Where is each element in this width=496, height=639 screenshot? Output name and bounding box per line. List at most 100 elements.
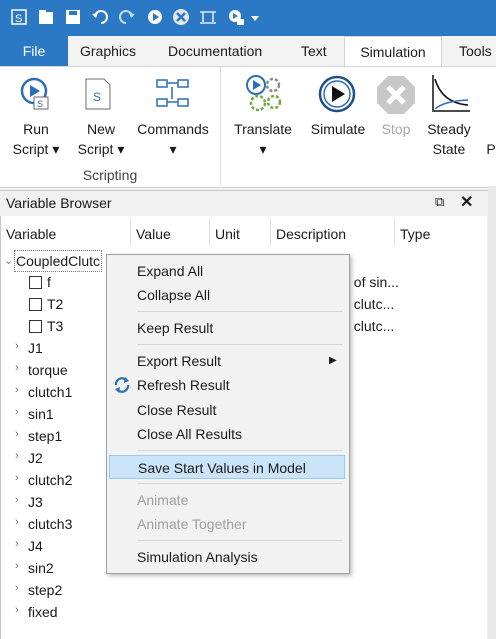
chevron-right-icon[interactable]: › (15, 560, 19, 572)
commands-button[interactable]: Commands ▾ (132, 119, 214, 159)
ribbon-tab-bar: File Graphics Documentation Text Simulat… (0, 36, 496, 66)
simulate-button[interactable]: Simulate (302, 119, 374, 139)
menu-item-animate-together[interactable]: Animate Together (109, 512, 345, 536)
menu-item-export-label: Export Result (137, 353, 222, 369)
chevron-right-icon[interactable]: › (15, 472, 19, 484)
tree-item[interactable]: sin1 (28, 404, 54, 424)
undo-icon[interactable] (91, 8, 109, 26)
redo-icon[interactable] (118, 8, 136, 26)
tab-file[interactable]: File (0, 36, 68, 66)
stop-icon[interactable] (172, 8, 190, 26)
run-script-icon: S (20, 77, 52, 114)
tab-text[interactable]: Text (293, 36, 335, 66)
translate-button[interactable]: Translate ▾ (226, 119, 300, 159)
column-divider (394, 219, 395, 245)
chevron-down-icon: ▾ (259, 141, 267, 157)
commands-icon (156, 79, 190, 112)
undock-icon[interactable]: ⧉ (435, 194, 444, 210)
tree-item[interactable]: J4 (28, 536, 43, 556)
menu-item-close-all-results[interactable]: Close All Results (109, 422, 345, 446)
variable-browser-title: Variable Browser (6, 195, 112, 211)
tab-tools[interactable]: Tools (451, 36, 496, 66)
right-panel-edge (488, 186, 496, 639)
checkbox[interactable] (29, 320, 42, 333)
translate-icon (244, 73, 284, 116)
chevron-right-icon[interactable]: › (15, 406, 19, 418)
close-icon[interactable]: ✕ (460, 192, 473, 212)
menu-item-refresh-result[interactable]: Refresh Result (109, 373, 345, 397)
checkbox[interactable] (29, 298, 42, 311)
steady-state-button[interactable]: Steady State (420, 119, 478, 159)
chevron-right-icon[interactable]: › (15, 340, 19, 352)
tab-simulation[interactable]: Simulation (344, 36, 442, 66)
chevron-right-icon[interactable]: › (15, 494, 19, 506)
column-variable[interactable]: Variable (6, 226, 56, 242)
tree-item[interactable]: clutch2 (28, 470, 72, 490)
chevron-right-icon[interactable]: › (15, 428, 19, 440)
stop-button[interactable]: Stop (372, 119, 420, 139)
scripting-group-label: Scripting (82, 167, 138, 183)
ribbon-panel: S Run Script ▾ S New Script ▾ Commands ▾… (0, 66, 496, 188)
tree-item[interactable]: J3 (28, 492, 43, 512)
stop-large-icon (376, 75, 416, 118)
column-type[interactable]: Type (400, 226, 430, 242)
open-icon[interactable] (38, 8, 56, 26)
context-menu: Expand All Collapse All Keep Result Expo… (106, 254, 350, 574)
chevron-right-icon[interactable]: › (15, 516, 19, 528)
translate-label: Translate (234, 121, 292, 137)
menu-item-collapse-all[interactable]: Collapse All (109, 283, 345, 307)
menu-item-expand-all[interactable]: Expand All (109, 259, 345, 283)
chevron-down-icon: ▾ (169, 141, 177, 157)
run-script-label-1: Run (23, 121, 49, 137)
tree-item[interactable]: J2 (28, 448, 43, 468)
tree-item[interactable]: torque (28, 360, 68, 380)
save-icon[interactable] (64, 8, 82, 26)
menu-item-export-result[interactable]: Export Result ▶ (109, 349, 345, 373)
tree-item[interactable]: step1 (28, 426, 62, 446)
tree-item[interactable]: clutch3 (28, 514, 72, 534)
dropdown-icon[interactable] (249, 8, 261, 26)
tree-root-item[interactable]: CoupledClutc (14, 250, 103, 272)
run-script-button[interactable]: Run Script ▾ (8, 119, 64, 159)
tree-item[interactable]: step2 (28, 580, 62, 600)
column-divider (209, 219, 210, 245)
tree-item[interactable]: fixed (28, 602, 58, 622)
chevron-right-icon[interactable]: › (15, 538, 19, 550)
tree-item[interactable]: J1 (28, 338, 43, 358)
column-unit[interactable]: Unit (215, 226, 240, 242)
chevron-right-icon[interactable]: › (15, 384, 19, 396)
tab-documentation[interactable]: Documentation (160, 36, 270, 66)
new-script-label-1: New (86, 121, 115, 137)
description-cell: t clutc... (346, 318, 395, 334)
chevron-right-icon[interactable]: › (15, 604, 19, 616)
chevron-right-icon[interactable]: › (15, 582, 19, 594)
menu-item-keep-result[interactable]: Keep Result (109, 316, 345, 340)
svg-text:S: S (37, 99, 43, 109)
chevron-down-icon[interactable]: ⌄ (4, 254, 13, 267)
menu-item-close-result[interactable]: Close Result (109, 398, 345, 422)
script-icon[interactable] (227, 8, 245, 26)
column-divider (270, 219, 271, 245)
chevron-right-icon[interactable]: › (15, 362, 19, 374)
tree-param-item[interactable]: f (47, 272, 51, 292)
svg-text:S: S (93, 90, 101, 104)
tree-item[interactable]: clutch1 (28, 382, 72, 402)
menu-item-simulation-analysis[interactable]: Simulation Analysis (109, 545, 345, 569)
column-description[interactable]: Description (276, 226, 346, 242)
column-value[interactable]: Value (136, 226, 171, 242)
scale-icon[interactable] (199, 8, 217, 26)
menu-item-animate[interactable]: Animate (109, 488, 345, 512)
tree-param-item[interactable]: T2 (47, 294, 63, 314)
menu-separator (137, 450, 343, 451)
simulate-icon[interactable] (146, 8, 164, 26)
tree-param-item[interactable]: T3 (47, 316, 63, 336)
tab-graphics[interactable]: Graphics (72, 36, 144, 66)
tree-item[interactable]: sin2 (28, 558, 54, 578)
checkbox[interactable] (29, 276, 42, 289)
menu-item-save-start-values[interactable]: Save Start Values in Model (109, 455, 345, 479)
app-icon[interactable]: S (10, 8, 28, 26)
new-script-button[interactable]: New Script ▾ (72, 119, 130, 159)
description-cell: t clutc... (346, 296, 395, 312)
chevron-down-icon: ▾ (117, 141, 125, 157)
chevron-right-icon[interactable]: › (15, 450, 19, 462)
